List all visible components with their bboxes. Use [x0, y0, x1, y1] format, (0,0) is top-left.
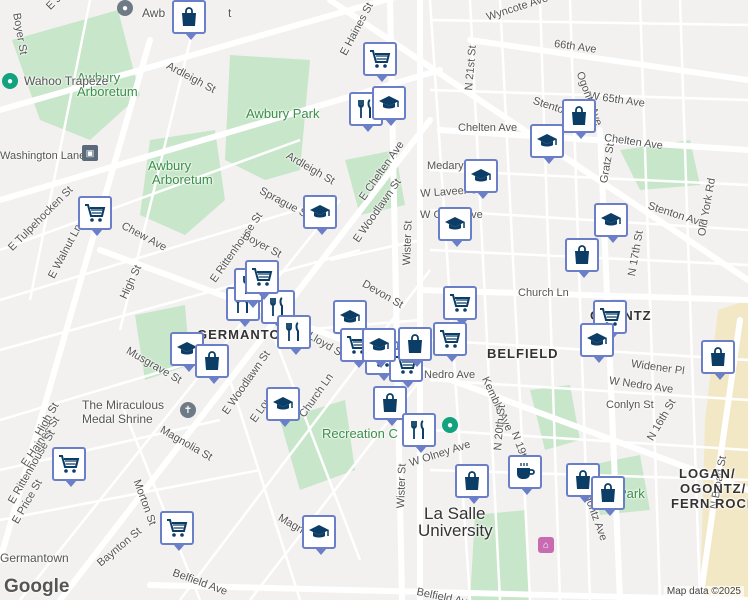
graduation-pin[interactable]	[530, 124, 564, 164]
grocery-cart-pin[interactable]	[52, 447, 86, 487]
graduation-pin[interactable]	[303, 195, 337, 235]
shopping-bag-icon	[575, 245, 589, 264]
grocery-cart-icon	[167, 519, 188, 537]
graduation-pin[interactable]	[464, 159, 498, 199]
shopping-bag-icon	[711, 347, 725, 366]
grocery-cart-icon	[59, 455, 80, 473]
shopping-bag-pin[interactable]	[172, 0, 206, 40]
graduation-icon	[471, 169, 491, 182]
poi-label: The Miraculous	[82, 398, 165, 412]
grocery-cart-icon	[370, 50, 391, 68]
neighborhood-label: OGONTZ/	[680, 481, 747, 496]
neighborhood-label: BELFIELD	[487, 346, 559, 361]
graduation-icon	[601, 213, 621, 226]
park-label: Awbury	[148, 158, 192, 173]
grocery-cart-pin[interactable]	[160, 511, 194, 551]
graduation-pin[interactable]	[266, 387, 300, 427]
attraction-marker[interactable]: ●	[2, 73, 18, 89]
restaurant-pin[interactable]	[277, 315, 311, 355]
shopping-bag-pin[interactable]	[591, 476, 625, 516]
street-label: Nedro Ave	[424, 369, 476, 381]
shopping-bag-pin[interactable]	[195, 344, 229, 384]
restaurant-icon	[286, 322, 299, 341]
grocery-cart-icon	[450, 294, 471, 312]
graduation-pin[interactable]	[372, 86, 406, 126]
street-label: Church Ln	[518, 287, 569, 299]
google-logo: Google	[4, 576, 70, 597]
grocery-cart-icon	[252, 268, 273, 286]
graduation-icon	[379, 96, 399, 109]
neighborhood-label: LOGAN/	[679, 466, 736, 481]
neighborhood-label: FERN ROCK	[671, 496, 748, 511]
graduation-icon	[309, 525, 329, 538]
grocery-cart-pin[interactable]	[363, 42, 397, 82]
poi-label: Awb	[142, 6, 166, 20]
shopping-bag-icon	[383, 393, 397, 412]
map-canvas[interactable]: Boyer StE Johnson StArdleigh StE Haines …	[0, 0, 748, 600]
coffee-icon	[517, 463, 535, 479]
shopping-bag-pin[interactable]	[562, 99, 596, 139]
shopping-bag-icon	[465, 471, 479, 490]
grocery-cart-icon	[440, 330, 461, 348]
shopping-bag-icon	[182, 7, 196, 26]
restaurant-icon	[411, 420, 424, 439]
graduation-pin[interactable]	[594, 203, 628, 243]
graduation-pin[interactable]	[438, 207, 472, 247]
recreation-center-marker[interactable]: ●	[442, 417, 458, 433]
street-label: Washington Lane	[0, 150, 86, 162]
shopping-bag-pin[interactable]	[398, 327, 432, 367]
map-attribution: Map data ©2025	[663, 586, 744, 597]
grocery-cart-pin[interactable]	[443, 286, 477, 326]
poi-icon[interactable]: ●	[117, 0, 133, 16]
shopping-bag-pin[interactable]	[455, 464, 489, 504]
shopping-bag-icon	[572, 106, 586, 125]
grocery-cart-pin[interactable]	[245, 260, 279, 300]
park-label: Arboretum	[152, 172, 213, 187]
street-label: Chelten Ave	[458, 122, 518, 134]
poi-label: t	[228, 6, 232, 20]
graduation-icon	[310, 205, 330, 218]
street-label: Wister St	[395, 463, 409, 509]
park-label: Recreation C	[322, 426, 398, 441]
street-label: Wister St	[401, 220, 415, 266]
grocery-cart-pin[interactable]	[433, 322, 467, 362]
shopping-bag-icon	[601, 483, 615, 502]
grocery-cart-icon	[85, 204, 106, 222]
graduation-icon	[273, 397, 293, 410]
poi-label: University	[418, 521, 493, 540]
graduation-icon	[369, 338, 389, 351]
shopping-bag-pin[interactable]	[701, 340, 735, 380]
graduation-icon	[340, 310, 360, 323]
shopping-bag-icon	[205, 351, 219, 370]
park-label: Awbury Park	[246, 106, 320, 121]
train-station-icon[interactable]: ▣	[82, 145, 98, 161]
graduation-pin[interactable]	[302, 515, 336, 555]
graduation-icon	[445, 217, 465, 230]
graduation-icon	[537, 134, 557, 147]
church-icon[interactable]: ✝	[180, 402, 196, 418]
graduation-pin[interactable]	[580, 323, 614, 363]
graduation-pin[interactable]	[362, 328, 396, 368]
poi-label: Medal Shrine	[82, 412, 153, 426]
street-label: Conlyn St	[606, 399, 654, 411]
university-icon[interactable]: ⌂	[538, 537, 554, 553]
graduation-icon	[587, 333, 607, 346]
grocery-cart-pin[interactable]	[78, 196, 112, 236]
restaurant-pin[interactable]	[402, 413, 436, 453]
poi-label: Wahoo Trapeze	[24, 74, 109, 88]
neighborhood-label: Germantown	[0, 551, 69, 565]
coffee-pin[interactable]	[508, 455, 542, 495]
shopping-bag-pin[interactable]	[565, 238, 599, 278]
shopping-bag-icon	[408, 334, 422, 353]
